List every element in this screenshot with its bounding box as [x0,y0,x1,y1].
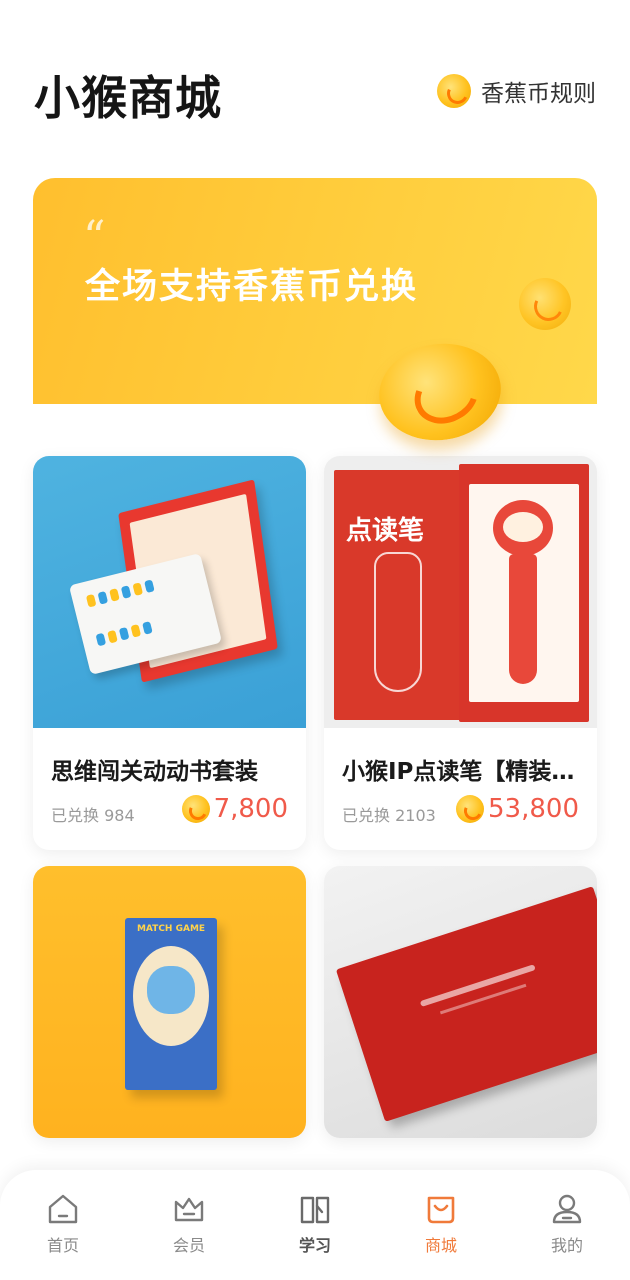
home-icon [48,1194,78,1224]
nav-item-mall[interactable]: 商城 [396,1178,486,1272]
book-icon [300,1196,330,1224]
product-title: 思维闯关动动书套装 [51,759,258,785]
user-icon [552,1194,582,1224]
product-card[interactable]: 点读笔 小猴IP点读笔【精装礼盒】 已兑换 2103 53,800 [324,456,597,850]
product-image-book-set [33,456,306,728]
exchanged-count: 已兑换 984 [51,806,135,825]
banner-text: 全场支持香蕉币兑换 [85,267,419,307]
product-title: 小猴IP点读笔【精装礼盒】 [342,759,583,785]
bottom-nav: 首页 会员 学习 商城 我的 [0,1170,630,1280]
crown-icon [174,1197,204,1222]
banana-coin-rules-link[interactable]: 香蕉币规则 [437,74,596,108]
shopping-bag-icon [427,1196,455,1224]
promo-banner[interactable]: “ 全场支持香蕉币兑换 [33,178,597,449]
coin-icon-small [519,278,571,330]
quote-icon: “ [83,212,106,263]
product-card[interactable]: MATCH GAME [33,866,306,1138]
product-card[interactable]: 思维闯关动动书套装 已兑换 984 7,800 [33,456,306,850]
product-image-match-game: MATCH GAME [33,866,306,1138]
product-image-gift-card [324,866,597,1138]
rules-label: 香蕉币规则 [481,81,596,107]
page-title: 小猴商城 [34,71,222,125]
product-price: 53,800 [456,794,579,824]
nav-item-profile[interactable]: 我的 [522,1192,612,1272]
banana-coin-icon [181,795,210,823]
nav-item-study[interactable]: 学习 [270,1192,360,1272]
nav-item-home[interactable]: 首页 [18,1192,108,1272]
product-image-reading-pen: 点读笔 [324,456,597,728]
coin-icon-large [372,335,508,449]
banana-coin-icon [437,74,471,108]
header: 小猴商城 香蕉币规则 [0,0,630,170]
nav-item-vip[interactable]: 会员 [144,1192,234,1272]
product-card[interactable] [324,866,597,1138]
exchanged-count: 已兑换 2103 [342,806,436,825]
banana-coin-icon [456,795,485,823]
product-price: 7,800 [181,794,288,824]
